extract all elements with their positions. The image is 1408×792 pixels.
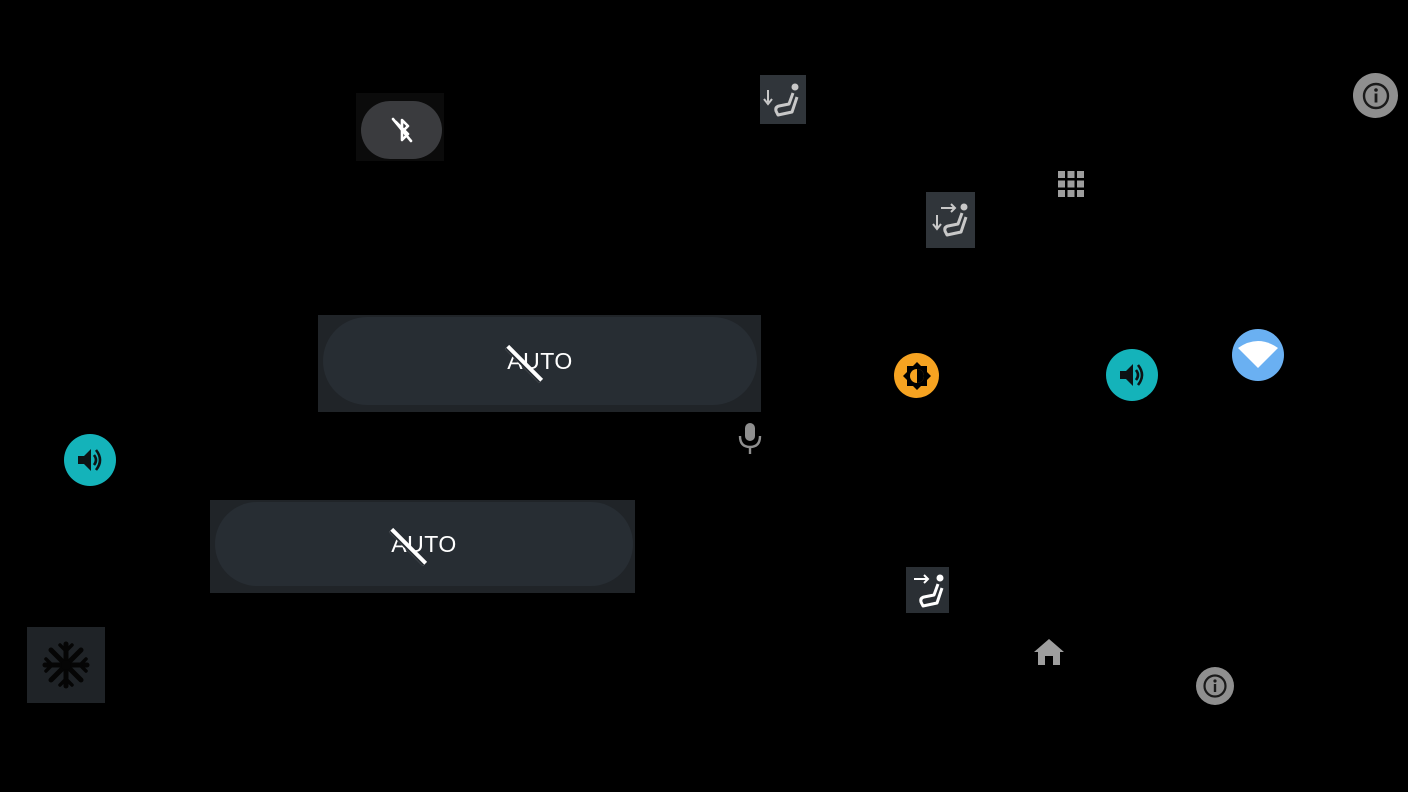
snowflake-icon bbox=[41, 640, 91, 690]
auto-climate-button-2[interactable]: AUTO bbox=[215, 502, 633, 586]
microphone-button[interactable] bbox=[727, 416, 773, 460]
auto-climate-button-1[interactable]: AUTO bbox=[323, 317, 757, 405]
bluetooth-toggle-button[interactable] bbox=[361, 101, 442, 159]
info-button-1[interactable] bbox=[1353, 73, 1398, 118]
home-icon bbox=[1033, 637, 1065, 667]
brightness-icon bbox=[900, 359, 934, 393]
app-grid-button[interactable] bbox=[1050, 163, 1092, 205]
home-button[interactable] bbox=[1030, 634, 1068, 670]
wifi-button[interactable] bbox=[1232, 329, 1284, 381]
defrost-button[interactable] bbox=[27, 627, 105, 703]
seat-airflow-down-button[interactable] bbox=[760, 75, 806, 124]
seat-airflow-down-icon bbox=[762, 80, 804, 120]
speaker-volume-icon bbox=[1116, 359, 1148, 391]
app-grid-icon bbox=[1057, 170, 1085, 198]
volume-button-2[interactable] bbox=[1106, 349, 1158, 401]
seat-airflow-forward-down-button[interactable] bbox=[926, 192, 975, 248]
info-button-2[interactable] bbox=[1196, 667, 1234, 705]
info-icon bbox=[1202, 673, 1228, 699]
microphone-icon bbox=[737, 421, 763, 455]
seat-airflow-forward-down-icon bbox=[929, 198, 973, 242]
auto-climate-label-1: AUTO bbox=[505, 344, 572, 383]
seat-airflow-forward-button[interactable] bbox=[906, 567, 949, 613]
volume-button-1[interactable] bbox=[64, 434, 116, 486]
seat-airflow-forward-icon bbox=[908, 570, 948, 610]
bluetooth-off-icon bbox=[387, 113, 417, 147]
auto-climate-label-2: AUTO bbox=[389, 527, 456, 566]
brightness-button[interactable] bbox=[894, 353, 939, 398]
wifi-icon bbox=[1236, 340, 1280, 370]
info-icon bbox=[1361, 81, 1391, 111]
speaker-volume-icon bbox=[74, 444, 106, 476]
